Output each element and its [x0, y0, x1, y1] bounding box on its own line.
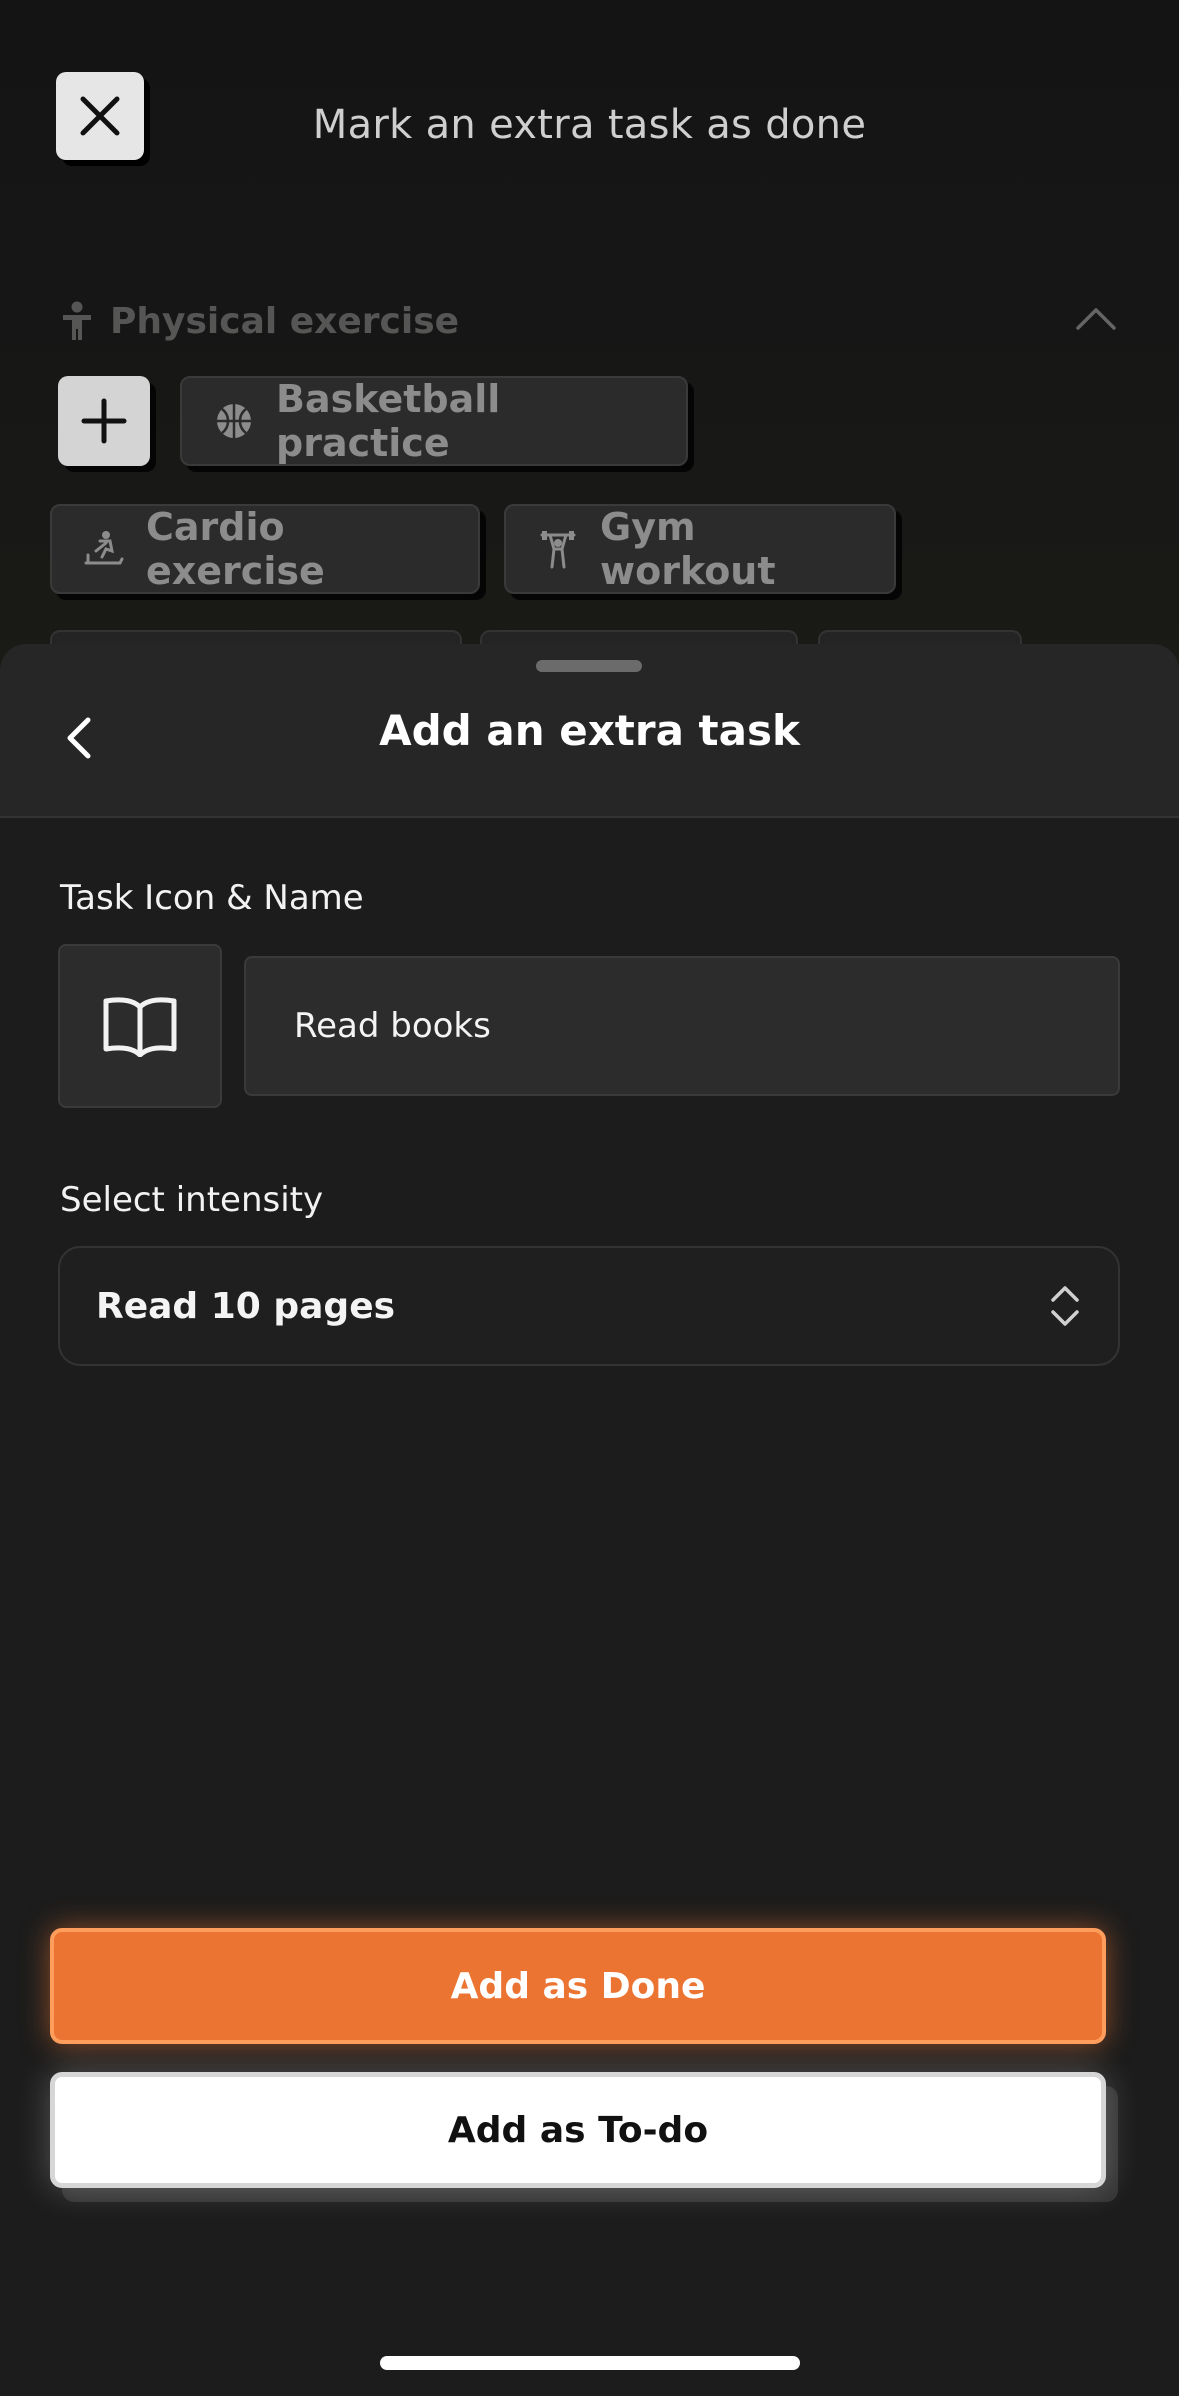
intensity-label: Select intensity	[60, 1180, 324, 1220]
sheet-header: Add an extra task	[0, 644, 1179, 818]
drag-handle[interactable]	[536, 660, 642, 672]
chevron-up-down-icon	[1051, 1286, 1079, 1326]
plus-icon	[81, 398, 127, 444]
weightlifting-icon	[540, 531, 576, 569]
person-icon	[63, 301, 91, 340]
chip-label: Gym workout	[600, 505, 776, 593]
chip-basketball-practice[interactable]: Basketball practice	[180, 376, 688, 466]
chip-gym-workout[interactable]: Gym workout	[504, 504, 896, 594]
home-indicator[interactable]	[380, 2356, 800, 2370]
treadmill-icon	[84, 531, 124, 565]
background-screen: Mark an extra task as done Physical exer…	[0, 0, 1179, 700]
task-icon-name-label: Task Icon & Name	[60, 878, 364, 918]
category-header[interactable]: Physical exercise	[60, 296, 459, 346]
category-label: Physical exercise	[110, 300, 460, 342]
task-icon-picker[interactable]	[58, 944, 222, 1108]
chevron-up-icon[interactable]	[1074, 304, 1118, 334]
chip-label: Cardio exercise	[146, 505, 325, 593]
chip-label: Basketball practice	[276, 377, 501, 465]
add-task-button[interactable]	[58, 376, 150, 466]
basketball-icon	[217, 404, 251, 438]
intensity-select[interactable]: Read 10 pages	[58, 1246, 1120, 1366]
add-as-todo-button[interactable]: Add as To-do	[50, 2072, 1106, 2188]
open-book-icon	[103, 997, 177, 1057]
sheet-title: Add an extra task	[379, 706, 800, 755]
screen-title: Mark an extra task as done	[312, 102, 867, 148]
chip-cardio-exercise[interactable]: Cardio exercise	[50, 504, 480, 594]
add-as-done-button[interactable]: Add as Done	[50, 1928, 1106, 2044]
task-name-input[interactable]	[244, 956, 1120, 1096]
intensity-value: Read 10 pages	[96, 1285, 396, 1327]
